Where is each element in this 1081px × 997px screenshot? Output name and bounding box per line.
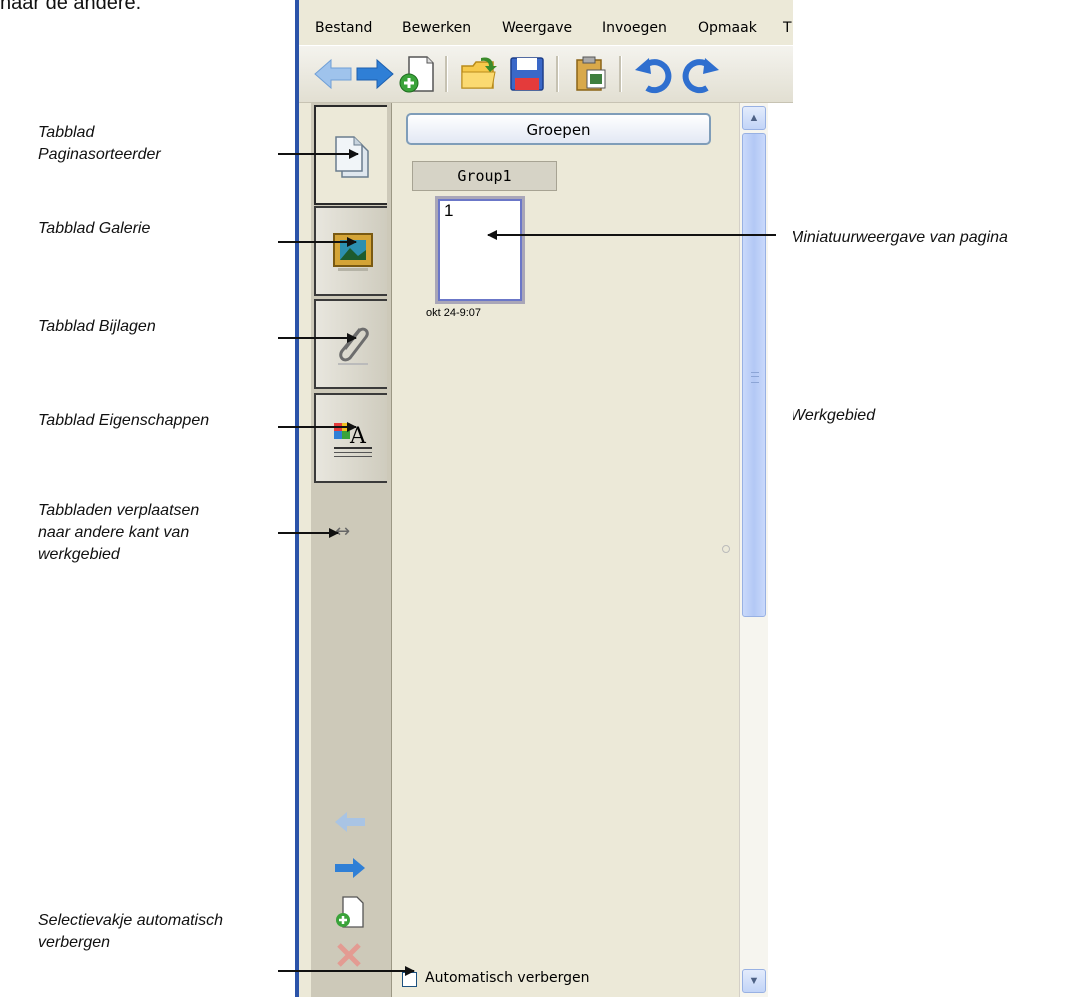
scroll-down-button[interactable]: ▼	[742, 969, 766, 993]
group-label[interactable]: Group1	[412, 161, 557, 191]
tab-page-sorter[interactable]	[314, 105, 387, 205]
next-page-arrow-icon[interactable]	[333, 855, 367, 881]
add-page-icon[interactable]	[333, 895, 367, 929]
page-thumbnail[interactable]: 1	[435, 196, 525, 304]
gallery-picture-icon	[333, 233, 373, 271]
callout-galerie: Tabblad Galerie	[38, 220, 151, 237]
callout-paginasorteerder: Tabblad Paginasorteerder	[38, 124, 161, 163]
undo-icon[interactable]	[633, 54, 673, 94]
prev-page-arrow-icon[interactable]	[333, 809, 367, 835]
menu-item-bewerken[interactable]: Bewerken	[402, 20, 471, 36]
menu-item-weergave[interactable]: Weergave	[502, 20, 572, 36]
toolbar-separator	[556, 56, 559, 92]
tab-attachments[interactable]	[314, 299, 387, 389]
forward-arrow-icon[interactable]	[355, 54, 395, 94]
callout-autohide: Selectievakje automatisch verbergen	[38, 912, 223, 951]
resize-dot	[722, 545, 730, 553]
vertical-scrollbar[interactable]: ▲ ▼	[739, 103, 768, 997]
application-window: Bestand Bewerken Weergave Invoegen Opmaa…	[295, 0, 793, 997]
new-page-icon[interactable]	[397, 54, 437, 94]
autohide-checkbox[interactable]	[402, 972, 417, 987]
page-sorter-panel: Groepen Group1 1 okt 24-9:07 Automatisch…	[392, 103, 737, 997]
side-tab-strip: A ↔	[311, 103, 392, 997]
scroll-up-button[interactable]: ▲	[742, 106, 766, 130]
scrollbar-thumb[interactable]	[742, 133, 766, 617]
tab-gallery[interactable]	[314, 206, 387, 296]
properties-icon: A	[334, 423, 372, 457]
menu-item-bestand[interactable]: Bestand	[315, 20, 372, 36]
paste-clipboard-icon[interactable]	[571, 54, 611, 94]
toolbar	[299, 45, 793, 103]
menu-bar: Bestand Bewerken Weergave Invoegen Opmaa…	[299, 13, 793, 43]
work-area[interactable]	[768, 103, 793, 997]
scrollbar-grip	[751, 372, 759, 383]
open-folder-icon[interactable]	[459, 54, 499, 94]
save-disk-icon[interactable]	[507, 54, 547, 94]
menu-item-invoegen[interactable]: Invoegen	[602, 20, 667, 36]
toolbar-separator	[445, 56, 448, 92]
top-text-fragment: naar de andere.	[0, 0, 142, 14]
delete-page-icon[interactable]	[335, 941, 363, 969]
swap-sides-icon[interactable]: ↔	[335, 521, 350, 542]
page-sorter-icon	[335, 136, 369, 178]
callout-werkgebied: Werkgebied	[790, 407, 876, 424]
svg-text:A: A	[349, 424, 367, 449]
redo-icon[interactable]	[681, 54, 721, 94]
menu-item-opmaak[interactable]: Opmaak	[698, 20, 757, 36]
paperclip-icon	[338, 327, 369, 365]
tab-properties[interactable]: A	[314, 393, 387, 483]
callout-bijlagen: Tabblad Bijlagen	[38, 318, 156, 335]
autohide-label: Automatisch verbergen	[425, 970, 590, 986]
page-number: 1	[444, 201, 454, 220]
callout-verplaatsen: Tabbladen verplaatsen naar andere kant v…	[38, 502, 200, 563]
back-arrow-icon[interactable]	[313, 54, 353, 94]
page-timestamp: okt 24-9:07	[426, 307, 482, 319]
groups-button[interactable]: Groepen	[406, 113, 711, 145]
menu-item-truncated[interactable]: T	[783, 20, 792, 36]
callout-eigenschappen: Tabblad Eigenschappen	[38, 412, 210, 429]
callout-miniatuur: Miniatuurweergave van pagina	[790, 229, 1008, 246]
toolbar-separator	[619, 56, 622, 92]
